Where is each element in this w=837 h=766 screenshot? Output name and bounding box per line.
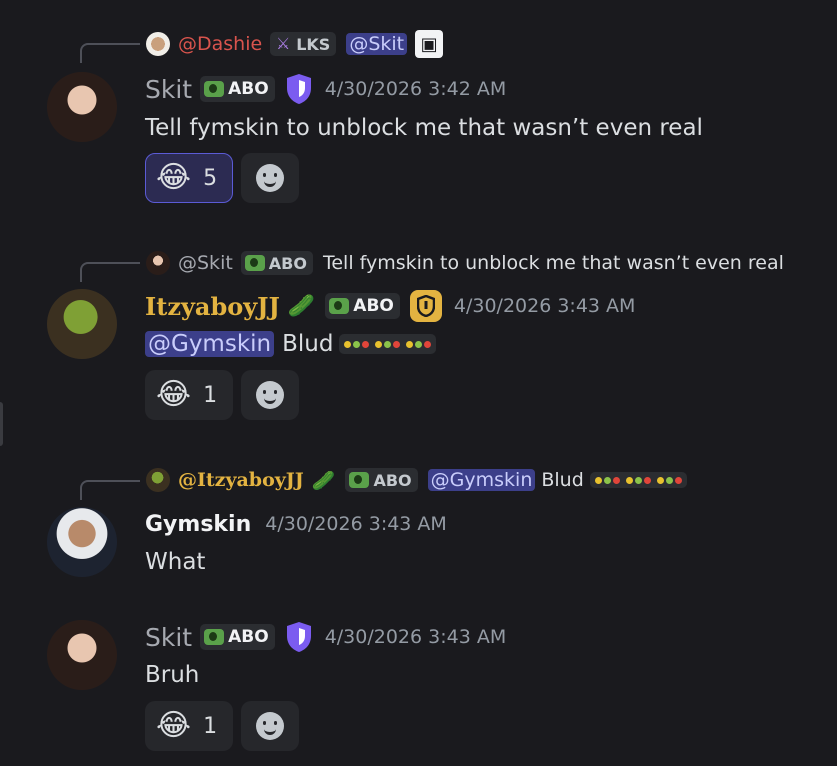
reply-tag-label: LKS (296, 34, 331, 54)
reply-preview[interactable]: @Skit ABO Tell fymskin to unblock me tha… (146, 251, 784, 275)
guild-tag-label: ABO (228, 627, 269, 647)
avatar[interactable] (47, 507, 117, 577)
laughing-emoji-icon: 😂 (156, 377, 192, 412)
reactions: 😂 1 (145, 370, 299, 420)
message-header: Skit ABO 4/30/2026 3:42 AM (145, 72, 506, 106)
guild-tag-icon (349, 472, 370, 488)
add-reaction-button[interactable] (241, 370, 299, 420)
guild-tag-icon (244, 255, 265, 271)
reply-guild-tag: ⚔ LKS (270, 32, 337, 56)
laughing-emoji-icon: 😂 (156, 160, 192, 195)
reaction-laughing[interactable]: 😂 1 (145, 701, 233, 751)
reaction-laughing[interactable]: 😂 5 (145, 153, 233, 203)
mention[interactable]: @Gymskin (145, 331, 275, 357)
message-content: What (145, 546, 205, 578)
smile-icon (256, 712, 284, 740)
guild-tag-icon (329, 298, 350, 314)
reaction-count: 5 (203, 165, 218, 191)
shield-icon (286, 622, 311, 652)
emoji-dots (589, 472, 687, 488)
message-content: @Gymskin Blud (145, 327, 437, 361)
message-header: Gymskin 4/30/2026 3:43 AM (145, 507, 447, 541)
guild-tag-label: ABO (228, 79, 269, 99)
reply-tag-label: ABO (268, 253, 307, 273)
timestamp: 4/30/2026 3:43 AM (324, 626, 507, 648)
shield-icon (286, 74, 311, 104)
guild-tag[interactable]: ABO (325, 293, 400, 319)
username[interactable]: Gymskin (145, 512, 251, 537)
username[interactable]: Skit (145, 75, 192, 104)
message-text: Bruh (145, 662, 200, 688)
avatar[interactable] (47, 620, 117, 690)
reply-avatar (146, 251, 170, 275)
guild-tag-label: ABO (353, 296, 394, 316)
scroll-edge (0, 402, 3, 446)
timestamp: 4/30/2026 3:43 AM (265, 513, 447, 535)
username[interactable]: Skit (145, 623, 192, 652)
avatar[interactable] (47, 289, 117, 359)
image-icon: ▣ (415, 30, 444, 58)
add-reaction-button[interactable] (241, 153, 299, 203)
smile-icon (256, 381, 284, 409)
gold-shield-icon (409, 290, 442, 322)
add-reaction-button[interactable] (241, 701, 299, 751)
laughing-emoji-icon: 😂 (156, 708, 192, 743)
pickle-icon: 🥒 (311, 469, 336, 492)
message-header: Skit ABO 4/30/2026 3:43 AM (145, 620, 506, 654)
smile-icon (256, 164, 284, 192)
reply-preview[interactable]: @Dashie ⚔ LKS @Skit ▣ (146, 30, 444, 58)
message-content: Tell fymskin to unblock me that wasn’t e… (145, 112, 703, 144)
reply-author[interactable]: @Skit (178, 252, 233, 274)
message-text: What (145, 549, 206, 575)
sword-icon: ⚔ (276, 34, 291, 53)
reply-tag-label: ABO (373, 470, 412, 490)
reply-text: Blud (541, 469, 584, 491)
reactions: 😂 5 (145, 153, 299, 203)
reply-spine (80, 262, 140, 282)
message-text: Tell fymskin to unblock me that wasn’t e… (145, 115, 703, 141)
reaction-count: 1 (203, 382, 218, 408)
reply-mention[interactable]: @Gymskin (427, 469, 536, 491)
guild-tag-icon (204, 81, 225, 97)
timestamp: 4/30/2026 3:43 AM (453, 295, 636, 317)
guild-tag[interactable]: ABO (200, 624, 275, 650)
timestamp: 4/30/2026 3:42 AM (324, 78, 507, 100)
emoji-dots (339, 334, 437, 354)
reactions: 😂 1 (145, 701, 299, 751)
message-content: Bruh (145, 659, 199, 691)
pickle-icon: 🥒 (287, 293, 316, 319)
message-text: Blud (282, 331, 334, 357)
reply-spine (80, 43, 140, 63)
reply-mention[interactable]: @Skit (346, 33, 408, 55)
reply-spine (80, 480, 140, 500)
reaction-count: 1 (203, 713, 218, 739)
username[interactable]: ItzyaboyJJ (145, 292, 280, 321)
reply-text: Tell fymskin to unblock me that wasn’t e… (322, 252, 784, 274)
reply-avatar (146, 468, 170, 492)
reaction-laughing[interactable]: 😂 1 (145, 370, 233, 420)
guild-tag-icon (204, 629, 225, 645)
reply-guild-tag: ABO (345, 468, 418, 492)
reply-author[interactable]: @Dashie (178, 33, 262, 55)
reply-preview[interactable]: @ItzyaboyJJ 🥒 ABO @Gymskin Blud (146, 468, 687, 492)
reply-author[interactable]: @ItzyaboyJJ (178, 469, 304, 491)
avatar[interactable] (47, 72, 117, 142)
message-header: ItzyaboyJJ 🥒 ABO 4/30/2026 3:43 AM (145, 289, 635, 323)
reply-avatar (146, 32, 170, 56)
reply-guild-tag: ABO (240, 251, 313, 275)
guild-tag[interactable]: ABO (200, 76, 275, 102)
